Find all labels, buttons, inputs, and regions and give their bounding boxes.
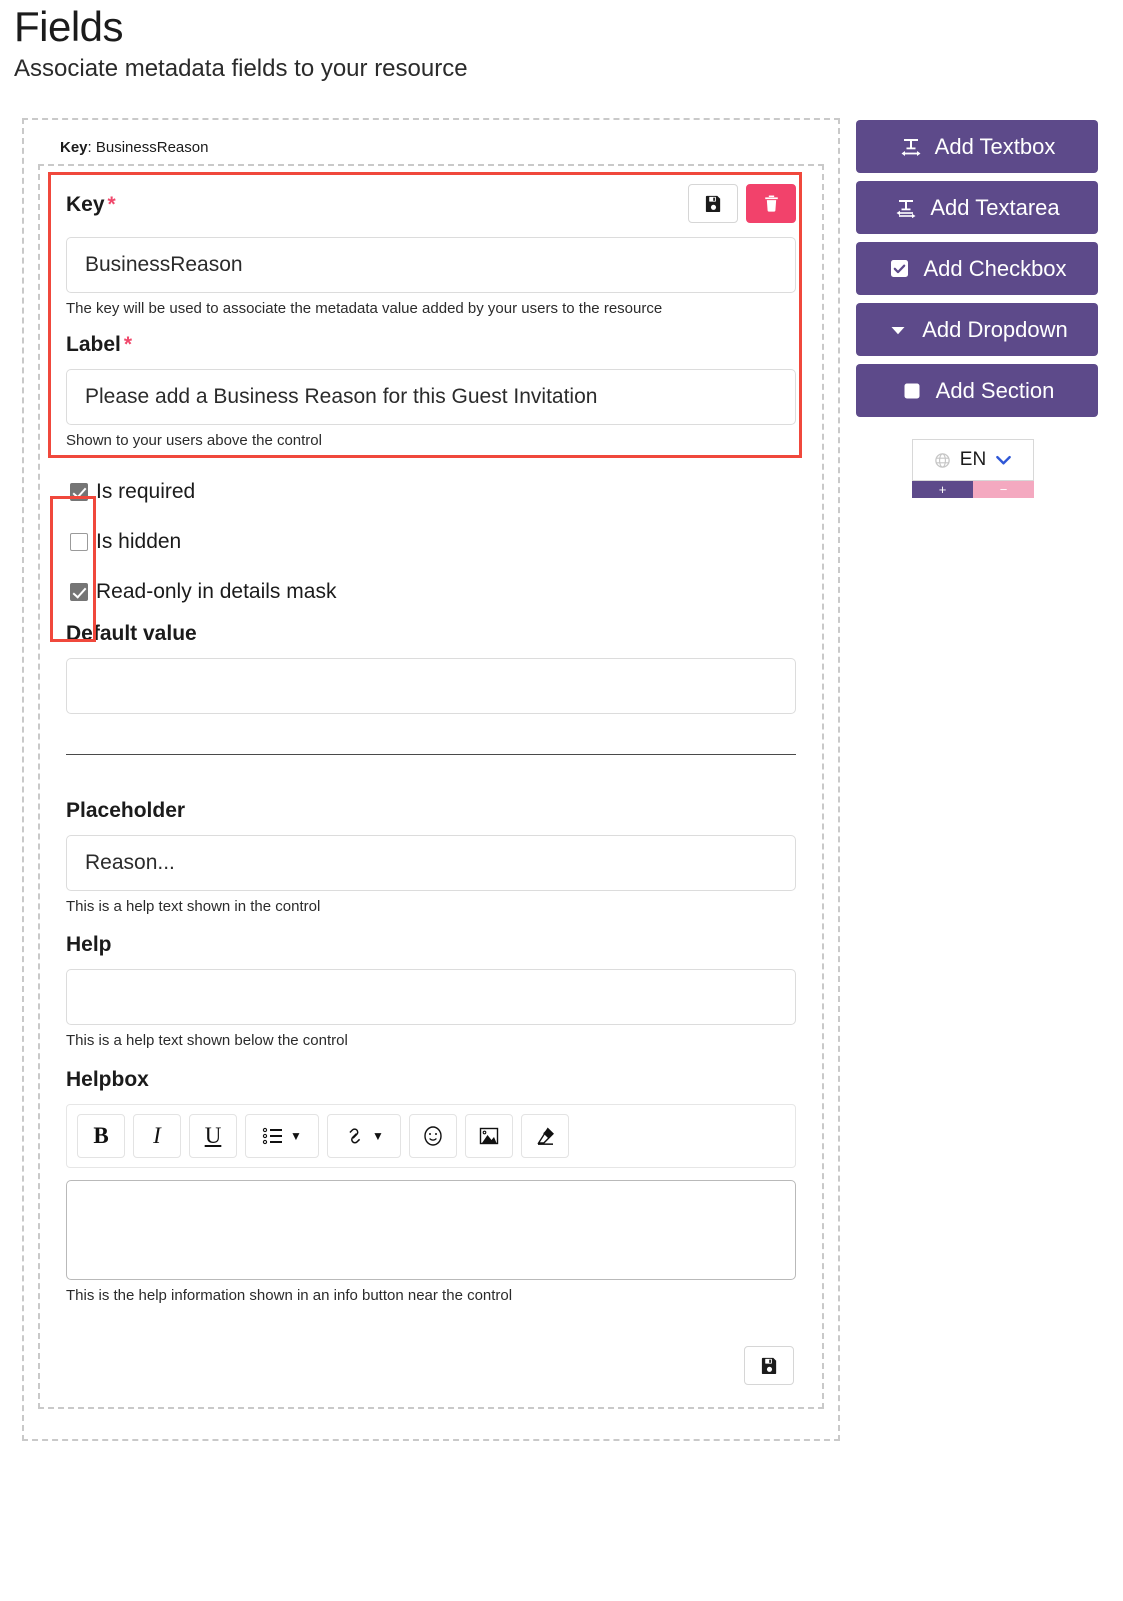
field-options-checkbox-group: Is required Is hidden Read-only in detai… — [70, 472, 796, 612]
caret-down-icon — [886, 321, 910, 339]
add-section-label: Add Section — [935, 377, 1055, 403]
language-selector: EN + − — [912, 439, 1034, 499]
emoji-button[interactable] — [409, 1114, 457, 1159]
italic-button[interactable]: I — [133, 1114, 181, 1159]
content-row: Key: BusinessReason Key * BusinessReason… — [0, 118, 1123, 1441]
helpbox-hint: This is the help information shown in an… — [66, 1287, 513, 1305]
field-key-summary-value: BusinessReason — [95, 139, 209, 157]
trash-icon — [762, 194, 781, 213]
add-textarea-label: Add Textarea — [930, 194, 1060, 220]
bold-button[interactable]: B — [77, 1114, 125, 1159]
save-field-button[interactable] — [688, 184, 738, 224]
section-divider — [66, 754, 796, 756]
default-value-block: Default value — [66, 622, 796, 715]
floppy-disk-icon-bottom — [760, 1356, 779, 1375]
help-input[interactable] — [66, 968, 796, 1025]
link-icon — [344, 1126, 366, 1146]
add-dropdown-button[interactable]: Add Dropdown — [856, 303, 1098, 357]
label-label-text: Label — [66, 332, 121, 356]
key-hint: The key will be used to associate the me… — [66, 300, 663, 318]
field-key-summary-separator: : — [87, 139, 96, 157]
label-label: Label * — [66, 333, 796, 357]
key-required-marker: * — [107, 193, 116, 217]
helpbox-editor-area[interactable] — [66, 1180, 796, 1281]
language-select[interactable]: EN — [912, 439, 1034, 482]
field-key-summary-prefix: Key — [60, 139, 88, 157]
bullet-list-icon — [262, 1126, 284, 1146]
checkbox-row-read-only: Read-only in details mask — [70, 572, 796, 612]
page-title: Fields — [14, 3, 124, 50]
help-label: Help — [66, 932, 112, 956]
remove-language-button[interactable]: − — [973, 481, 1034, 499]
add-textbox-label: Add Textbox — [934, 133, 1056, 159]
add-textarea-button[interactable]: Add Textarea — [856, 181, 1098, 235]
eraser-icon — [534, 1126, 556, 1146]
placeholder-input[interactable] — [66, 835, 796, 892]
checkbox-row-is-hidden: Is hidden — [70, 522, 796, 562]
language-add-remove-bar: + − — [912, 481, 1034, 499]
page-subtitle: Associate metadata fields to your resour… — [14, 55, 468, 82]
checkbox-read-only-in-details-mask[interactable] — [70, 583, 88, 602]
card-save-row — [40, 1345, 822, 1385]
placeholder-hint: This is a help text shown in the control — [66, 898, 321, 916]
textarea-icon — [894, 198, 918, 218]
checkbox-is-required[interactable] — [70, 483, 88, 502]
default-value-input[interactable] — [66, 658, 796, 715]
key-input[interactable] — [66, 237, 796, 294]
add-field-sidebar: Add Textbox Add Textarea Add Checkbox Ad… — [856, 118, 1098, 499]
square-icon — [900, 381, 924, 401]
field-key-summary: Key: BusinessReason — [60, 139, 824, 156]
chevron-down-icon — [995, 453, 1012, 467]
help-block: Help This is a help text shown below the… — [66, 933, 796, 1051]
language-value: EN — [959, 449, 987, 471]
add-textbox-button[interactable]: Add Textbox — [856, 120, 1098, 174]
globe-icon — [934, 452, 951, 469]
smiley-icon — [422, 1125, 444, 1147]
key-label: Key * — [66, 184, 116, 215]
floppy-disk-icon — [704, 194, 723, 213]
caret-down-icon-link: ▼ — [372, 1129, 384, 1144]
clear-format-button[interactable] — [521, 1114, 569, 1159]
label-input[interactable] — [66, 368, 796, 425]
placeholder-label: Placeholder — [66, 799, 186, 823]
underline-button[interactable]: U — [189, 1114, 237, 1159]
add-language-button[interactable]: + — [912, 481, 973, 499]
checkbox-label-is-required: Is required — [96, 480, 196, 504]
label-hint: Shown to your users above the control — [66, 431, 322, 449]
caret-down-icon-list: ▼ — [290, 1129, 302, 1144]
page-header: Fields Associate metadata fields to your… — [0, 0, 1123, 82]
fields-dropzone: Key: BusinessReason Key * BusinessReason… — [22, 118, 840, 1441]
list-button[interactable]: ▼ — [245, 1114, 319, 1159]
save-all-button[interactable] — [744, 1345, 794, 1385]
field-editor-card: Key * BusinessReason The key will be use… — [38, 164, 824, 1409]
checkbox-is-hidden[interactable] — [70, 533, 88, 552]
add-checkbox-button[interactable]: Add Checkbox — [856, 242, 1098, 296]
image-icon — [478, 1126, 500, 1146]
default-value-label: Default value — [66, 622, 197, 646]
key-row-header: Key * — [66, 184, 796, 224]
helpbox-label: Helpbox — [66, 1068, 149, 1092]
link-button[interactable]: ▼ — [327, 1114, 401, 1159]
checkbox-row-is-required: Is required — [70, 472, 796, 512]
checkbox-icon — [887, 258, 911, 279]
image-button[interactable] — [465, 1114, 513, 1159]
placeholder-block: Placeholder This is a help text shown in… — [66, 799, 796, 917]
checkbox-label-is-hidden: Is hidden — [96, 530, 182, 554]
underline-icon: U — [204, 1123, 222, 1149]
bold-icon: B — [93, 1123, 109, 1149]
rich-text-toolbar: B I U ▼ ▼ — [66, 1104, 796, 1169]
helpbox-block: Helpbox B I U ▼ ▼ This is the help infor… — [66, 1068, 796, 1306]
italic-icon: I — [153, 1123, 161, 1149]
textbox-icon — [899, 137, 923, 157]
field-action-buttons — [688, 184, 796, 224]
checkbox-label-read-only: Read-only in details mask — [96, 580, 337, 604]
add-checkbox-label: Add Checkbox — [923, 255, 1067, 281]
key-label-text: Key — [66, 193, 105, 217]
delete-field-button[interactable] — [746, 184, 796, 224]
help-hint: This is a help text shown below the cont… — [66, 1031, 348, 1049]
add-dropdown-label: Add Dropdown — [922, 316, 1068, 342]
add-section-button[interactable]: Add Section — [856, 364, 1098, 418]
label-required-marker: * — [123, 332, 133, 356]
